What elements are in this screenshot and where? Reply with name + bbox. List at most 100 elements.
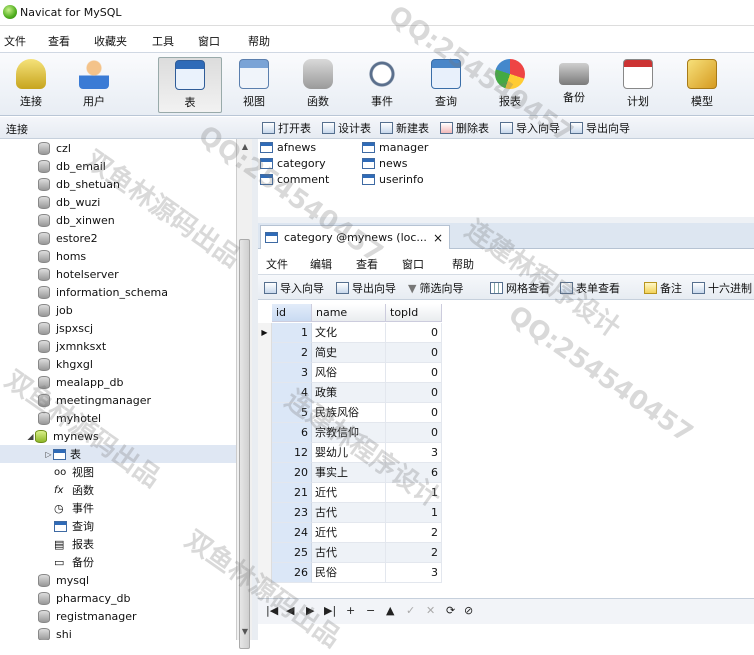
cell-topid[interactable]: 0 <box>386 363 442 383</box>
cell-name[interactable]: 古代 <box>312 503 386 523</box>
cell-id[interactable]: 26 <box>272 563 312 583</box>
tree-db-mealapp-db[interactable]: mealapp_db <box>0 373 236 391</box>
tree-db-hotelserver[interactable]: hotelserver <box>0 265 236 283</box>
cell-name[interactable]: 民俗 <box>312 563 386 583</box>
tree-db-khgxgl[interactable]: khgxgl <box>0 355 236 373</box>
row-indicator[interactable] <box>258 443 272 463</box>
row-indicator[interactable] <box>258 503 272 523</box>
tree-scrollbar[interactable]: ▲ ▼ <box>236 139 253 649</box>
toolbar-schedule-button[interactable]: 计划 <box>608 57 668 113</box>
last-record-icon[interactable]: ▶| <box>324 604 336 617</box>
inner-menu-file[interactable]: 文件 <box>266 256 288 272</box>
design-table-button[interactable]: 设计表 <box>322 120 371 136</box>
tree-db-db-wuzi[interactable]: db_wuzi <box>0 193 236 211</box>
menu-file[interactable]: 文件 <box>4 33 26 49</box>
discard-changes-icon[interactable]: ✕ <box>426 604 435 617</box>
toolbar-user-button[interactable]: 用户 <box>64 57 124 113</box>
row-indicator[interactable] <box>258 423 272 443</box>
inner-menu-edit[interactable]: 编辑 <box>310 256 332 272</box>
cell-id[interactable]: 5 <box>272 403 312 423</box>
table-row[interactable]: ▶ 1 文化 0 <box>258 323 444 343</box>
scroll-up-icon[interactable]: ▲ <box>237 139 253 155</box>
cell-topid[interactable]: 3 <box>386 563 442 583</box>
object-table-category[interactable]: category <box>260 155 326 171</box>
row-indicator[interactable] <box>258 483 272 503</box>
cell-name[interactable]: 古代 <box>312 543 386 563</box>
tree-db-czl[interactable]: czl <box>0 139 236 157</box>
tree-db-information-schema[interactable]: information_schema <box>0 283 236 301</box>
tree-db-shi[interactable]: shi <box>0 625 236 640</box>
inner-export-button[interactable]: 导出向导 <box>336 280 396 296</box>
memo-button[interactable]: 备注 <box>644 280 682 296</box>
table-row[interactable]: 24 近代 2 <box>258 523 444 543</box>
cell-name[interactable]: 近代 <box>312 523 386 543</box>
toolbar-event-button[interactable]: 事件 <box>352 57 412 113</box>
menu-tools[interactable]: 工具 <box>152 33 174 49</box>
scrollbar-thumb[interactable] <box>239 239 250 649</box>
row-indicator[interactable] <box>258 403 272 423</box>
table-row[interactable]: 6 宗教信仰 0 <box>258 423 444 443</box>
inner-menu-help[interactable]: 帮助 <box>452 256 474 272</box>
cell-topid[interactable]: 2 <box>386 543 442 563</box>
delete-record-icon[interactable]: − <box>366 604 375 617</box>
row-indicator[interactable] <box>258 463 272 483</box>
toolbar-backup-button[interactable]: 备份 <box>544 57 604 113</box>
toolbar-connection-button[interactable]: 连接 <box>1 57 61 113</box>
toolbar-model-button[interactable]: 模型 <box>672 57 732 113</box>
cell-id[interactable]: 6 <box>272 423 312 443</box>
cell-id[interactable]: 23 <box>272 503 312 523</box>
row-indicator[interactable] <box>258 363 272 383</box>
inner-menu-window[interactable]: 窗口 <box>402 256 424 272</box>
tree-db-myhotel[interactable]: myhotel <box>0 409 236 427</box>
cell-topid[interactable]: 1 <box>386 503 442 523</box>
collapse-arrow-icon[interactable]: ◢ <box>26 432 35 441</box>
new-table-button[interactable]: 新建表 <box>380 120 429 136</box>
tree-db-job[interactable]: job <box>0 301 236 319</box>
object-table-news[interactable]: news <box>362 155 407 171</box>
open-table-button[interactable]: 打开表 <box>262 120 311 136</box>
column-header-name[interactable]: name <box>312 304 386 322</box>
cell-name[interactable]: 民族风俗 <box>312 403 386 423</box>
tree-backups-node[interactable]: ▭ 备份 <box>0 553 236 571</box>
stop-icon[interactable]: ⊘ <box>464 604 473 617</box>
table-row[interactable]: 25 古代 2 <box>258 543 444 563</box>
object-table-userinfo[interactable]: userinfo <box>362 171 424 187</box>
cell-topid[interactable]: 3 <box>386 443 442 463</box>
menu-help[interactable]: 帮助 <box>248 33 270 49</box>
next-record-icon[interactable]: ▶ <box>306 604 314 617</box>
cell-topid[interactable]: 6 <box>386 463 442 483</box>
tree-db-estore2[interactable]: estore2 <box>0 229 236 247</box>
inner-menu-view[interactable]: 查看 <box>356 256 378 272</box>
toolbar-report-button[interactable]: 报表 <box>480 57 540 113</box>
delete-table-button[interactable]: 删除表 <box>440 120 489 136</box>
tree-tables-node[interactable]: ▷ 表 <box>0 445 236 463</box>
cell-topid[interactable]: 0 <box>386 323 442 343</box>
expand-arrow-icon[interactable]: ▷ <box>44 450 53 459</box>
cell-topid[interactable]: 2 <box>386 523 442 543</box>
tree-views-node[interactable]: oo 视图 <box>0 463 236 481</box>
export-wizard-button[interactable]: 导出向导 <box>570 120 630 136</box>
row-indicator[interactable] <box>258 563 272 583</box>
cell-id[interactable]: 3 <box>272 363 312 383</box>
table-row[interactable]: 4 政策 0 <box>258 383 444 403</box>
tree-db-registmanager[interactable]: registmanager <box>0 607 236 625</box>
first-record-icon[interactable]: |◀ <box>266 604 278 617</box>
tree-db-mynews[interactable]: ◢ mynews <box>0 427 236 445</box>
edit-record-icon[interactable]: ▲ <box>386 604 394 617</box>
cell-topid[interactable]: 0 <box>386 343 442 363</box>
tree-db-db-shetuan[interactable]: db_shetuan <box>0 175 236 193</box>
tree-db-db-email[interactable]: db_email <box>0 157 236 175</box>
column-header-topid[interactable]: topId <box>386 304 442 322</box>
row-indicator[interactable]: ▶ <box>258 323 272 343</box>
tree-db-homs[interactable]: homs <box>0 247 236 265</box>
cell-name[interactable]: 宗教信仰 <box>312 423 386 443</box>
cell-name[interactable]: 简史 <box>312 343 386 363</box>
tree-reports-node[interactable]: ▤ 报表 <box>0 535 236 553</box>
cell-name[interactable]: 风俗 <box>312 363 386 383</box>
cell-id[interactable]: 1 <box>272 323 312 343</box>
hex-button[interactable]: 十六进制 <box>692 280 752 296</box>
cell-id[interactable]: 24 <box>272 523 312 543</box>
cell-name[interactable]: 事实上 <box>312 463 386 483</box>
cell-topid[interactable]: 0 <box>386 403 442 423</box>
object-table-manager[interactable]: manager <box>362 139 428 155</box>
